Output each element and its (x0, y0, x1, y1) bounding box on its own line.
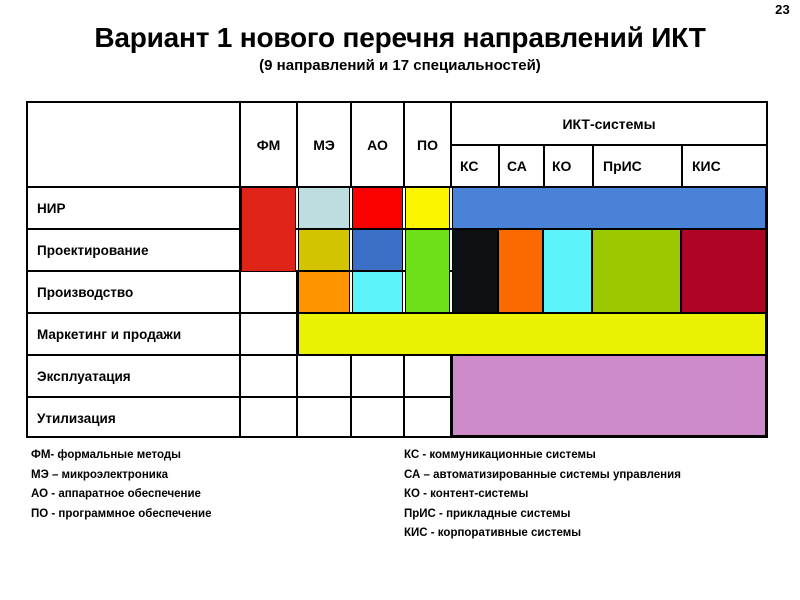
block-ao-proektirovanie (352, 229, 403, 271)
block-sa-proektirovanie-proizvodstvo (498, 229, 543, 313)
block-pris-proektirovanie-proizvodstvo (592, 229, 681, 313)
row-label-ekspluataciya: Эксплуатация (37, 368, 131, 384)
legend-item-pris: ПрИС - прикладные системы (404, 507, 571, 520)
page-number: 23 (775, 2, 790, 17)
block-fm-nir-proektirovanie (241, 187, 296, 272)
block-ao-nir (352, 187, 403, 229)
column-header-pris: ПрИС (603, 158, 642, 174)
block-kis-proektirovanie-proizvodstvo (681, 229, 766, 313)
block-ao-proizvodstvo (352, 271, 403, 313)
legend-item-ks: КС - коммуникационные системы (404, 449, 596, 461)
legend-right: КС - коммуникационные системы СА – автом… (404, 446, 681, 544)
divider-empty-me-ao (350, 354, 352, 436)
column-header-ks: КС (460, 158, 479, 174)
block-po-nir (405, 187, 450, 229)
block-marketing-band (298, 313, 766, 355)
column-header-sa: СА (507, 158, 527, 174)
column-header-fm: ФМ (256, 136, 281, 153)
page-subtitle: (9 направлений и 17 специальностей) (259, 57, 541, 74)
legend-item-sa: СА – автоматизированные системы управлен… (404, 468, 681, 481)
title-block: Вариант 1 нового перечня направлений ИКТ… (0, 22, 800, 75)
row-label-utilizaciya: Утилизация (37, 410, 116, 426)
column-header-kis: КИС (692, 158, 721, 174)
column-header-ao: АО (367, 136, 388, 153)
legend-item-po: ПО - программное обеспечение (31, 507, 212, 520)
legend-item-me: МЭ – микроэлектроника (31, 468, 168, 481)
row-label-marketing: Маркетинг и продажи (37, 326, 182, 342)
block-po-proektirovanie-proizvodstvo (405, 229, 450, 313)
column-header-po: ПО (417, 136, 438, 153)
block-me-proizvodstvo (298, 271, 350, 313)
block-ks-proektirovanie-proizvodstvo (452, 229, 498, 313)
page-title: Вариант 1 нового перечня направлений ИКТ (94, 22, 706, 53)
column-header-me: МЭ (313, 136, 335, 153)
legend-item-ao: АО - аппаратное обеспечение (31, 488, 201, 500)
legend-left: ФМ- формальные методы МЭ – микроэлектрон… (31, 446, 212, 524)
column-group-header-ikt-systems: ИКТ-системы (562, 115, 656, 132)
legend-item-fm: ФМ- формальные методы (31, 449, 181, 461)
legend-item-kis: КИС - корпоративные системы (404, 527, 582, 539)
divider-empty-fm-me (296, 354, 298, 436)
table-corner-cell (28, 103, 239, 186)
column-header-ko: КО (552, 158, 572, 174)
block-me-proektirovanie (298, 229, 350, 271)
block-ikt-systems-ekspluataciya-utilizaciya (452, 355, 766, 436)
row-label-nir: НИР (37, 200, 66, 216)
block-ko-proektirovanie-proizvodstvo (543, 229, 592, 313)
ict-directions-matrix: ФМ МЭ АО ПО ИКТ-системы КС СА КО ПрИС КИ… (26, 101, 768, 438)
legend-item-ko: КО - контент-системы (404, 488, 529, 500)
row-label-proektirovanie: Проектирование (37, 242, 149, 258)
divider-empty-ao-po (403, 354, 405, 436)
block-ikt-systems-nir (452, 187, 766, 229)
row-label-proizvodstvo: Производство (37, 284, 134, 300)
block-me-nir (298, 187, 350, 229)
